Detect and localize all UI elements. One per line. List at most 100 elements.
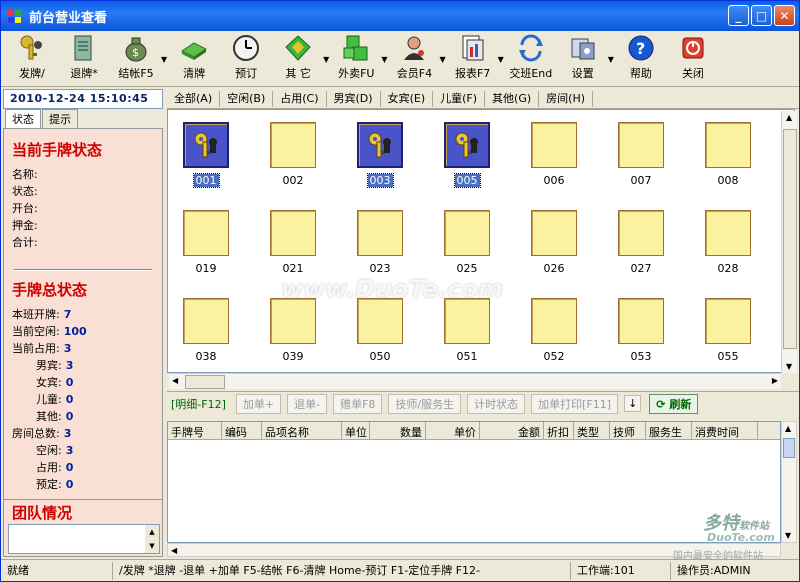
total-field-value: 0 [65,461,74,474]
card-tile[interactable]: 002 [269,122,317,187]
column-header[interactable]: 折扣 [544,422,574,439]
column-header[interactable]: 数量 [370,422,426,439]
add-print-button[interactable]: 加单打印[F11] [531,393,619,414]
timer-status-button[interactable]: 计时状态 [467,393,526,414]
refresh-button[interactable]: ⟳ 刷新 [649,393,699,414]
card-tile[interactable]: 019 [182,210,230,275]
filter-tab[interactable]: 占用(C) [273,90,327,107]
card-tile[interactable]: 038 [182,298,230,363]
issue-card-button[interactable]: 发牌/ [9,31,55,81]
total-field-value: 0 [65,410,74,423]
minimize-button[interactable]: _ [728,5,749,26]
column-header[interactable]: 类型 [574,422,610,439]
column-header[interactable]: 金额 [480,422,544,439]
team-scrollbar[interactable]: ▲ ▼ [145,525,159,553]
add-order-button[interactable]: 加单+ [235,393,282,414]
free-card-icon [270,210,316,256]
total-field-value: 0 [65,393,74,406]
team-list[interactable]: ▲ ▼ [8,524,160,554]
card-tile[interactable]: 055 [704,298,752,363]
card-tile[interactable]: 006 [530,122,578,187]
shift-button[interactable]: 交班End [508,31,554,81]
card-tile[interactable]: 021 [269,210,317,275]
card-tile[interactable]: 053 [617,298,665,363]
return-card-button[interactable]: 退牌* [61,31,107,81]
table-header: 手牌号 编码 品项名称 单位 数量 单价 金额 折扣 类型 技师 服务生 消费时间 [168,422,780,440]
card-tile[interactable]: 001 [182,122,230,188]
card-tile[interactable]: 027 [617,210,665,275]
takeout-button[interactable]: 外卖FU [333,31,379,81]
tech-service-button[interactable]: 技师/服务生 [388,393,462,414]
column-header[interactable]: 品项名称 [262,422,342,439]
card-tile[interactable]: 005 [443,122,491,188]
card-tile[interactable]: 052 [530,298,578,363]
close-window-button[interactable]: ✕ [774,5,795,26]
tab-hints[interactable]: 提示 [42,109,78,128]
report-label: 报表F7 [454,67,491,80]
filter-tab[interactable]: 空闲(B) [220,90,274,107]
free-card-icon [270,122,316,168]
filter-tab[interactable]: 房间(H) [539,90,594,107]
member-button[interactable]: 会员F4 [391,31,437,81]
reserve-button[interactable]: 预订 [223,31,269,81]
card-tile[interactable]: 026 [530,210,578,275]
detail-label[interactable]: [明细-F12] [167,396,226,412]
column-header[interactable]: 手牌号 [168,422,222,439]
settings-button[interactable]: 设置 [560,31,606,81]
grid-vertical-scrollbar[interactable]: ▲ ▼ [781,111,797,373]
chevron-down-icon[interactable]: ▼ [323,55,329,64]
card-tile[interactable]: 025 [443,210,491,275]
free-card-icon [618,210,664,256]
chevron-down-icon[interactable]: ▼ [161,55,167,64]
current-field-label: 押金: [12,219,38,232]
filter-tab[interactable]: 全部(A) [167,90,221,107]
filter-tab[interactable]: 女宾(E) [381,90,434,107]
column-header[interactable]: 单价 [426,422,480,439]
card-number: 038 [195,350,217,363]
column-header[interactable]: 技师 [610,422,646,439]
column-header[interactable]: 单位 [342,422,370,439]
chevron-down-icon[interactable]: ▼ [608,55,614,64]
card-tile[interactable]: 023 [356,210,404,275]
report-button[interactable]: 报表F7 [450,31,496,81]
filter-tab[interactable]: 男宾(D) [327,90,381,107]
issue-card-label: 发牌/ [19,67,45,80]
member-label: 会员F4 [396,67,433,80]
chevron-down-icon[interactable]: ▼ [498,55,504,64]
filter-tab[interactable]: 其他(G) [485,90,540,107]
other-button[interactable]: 其 它 [275,31,321,81]
card-tile[interactable]: 051 [443,298,491,363]
comp-order-button[interactable]: 赠单F8 [333,393,383,414]
filter-tabs: 全部(A) 空闲(B) 占用(C) 男宾(D) 女宾(E) 儿童(F) 其他(G) 房间(H) [167,89,799,109]
grid-horizontal-scrollbar[interactable]: ◀ ▶ [169,373,781,389]
card-number: 039 [282,350,304,363]
card-tile[interactable]: 008 [704,122,752,187]
filter-tab[interactable]: 儿童(F) [433,90,486,107]
card-tile[interactable]: 003 [356,122,404,188]
down-button[interactable]: ↓ [624,395,642,412]
close-button[interactable]: 关闭 [670,31,716,81]
left-tabs: 状态 提示 [3,109,163,129]
maximize-button[interactable]: □ [751,5,772,26]
chevron-down-icon[interactable]: ▼ [381,55,387,64]
column-header[interactable]: 消费时间 [692,422,758,439]
member-icon [398,33,430,63]
table-vertical-scrollbar[interactable]: ▲ ▼ [781,421,797,543]
card-tile[interactable]: 028 [704,210,752,275]
chevron-down-icon[interactable]: ▼ [439,55,445,64]
svg-text:$: $ [132,46,139,59]
tab-status[interactable]: 状态 [5,109,41,128]
checkout-button[interactable]: $ 结帐F5 [113,31,159,81]
return-order-button[interactable]: 退单- [287,393,328,414]
title-bar: 前台营业查看 _ □ ✕ [1,1,799,31]
total-field: 男宾: 3 [12,357,154,374]
help-button[interactable]: ? 帮助 [618,31,664,81]
card-tile[interactable]: 039 [269,298,317,363]
column-header[interactable]: 编码 [222,422,262,439]
clear-card-button[interactable]: 清牌 [171,31,217,81]
total-field-label: 当前占用: [12,342,60,355]
table-horizontal-scrollbar[interactable]: ◀ [167,543,781,557]
card-tile[interactable]: 050 [356,298,404,363]
column-header[interactable]: 服务生 [646,422,692,439]
card-tile[interactable]: 007 [617,122,665,187]
